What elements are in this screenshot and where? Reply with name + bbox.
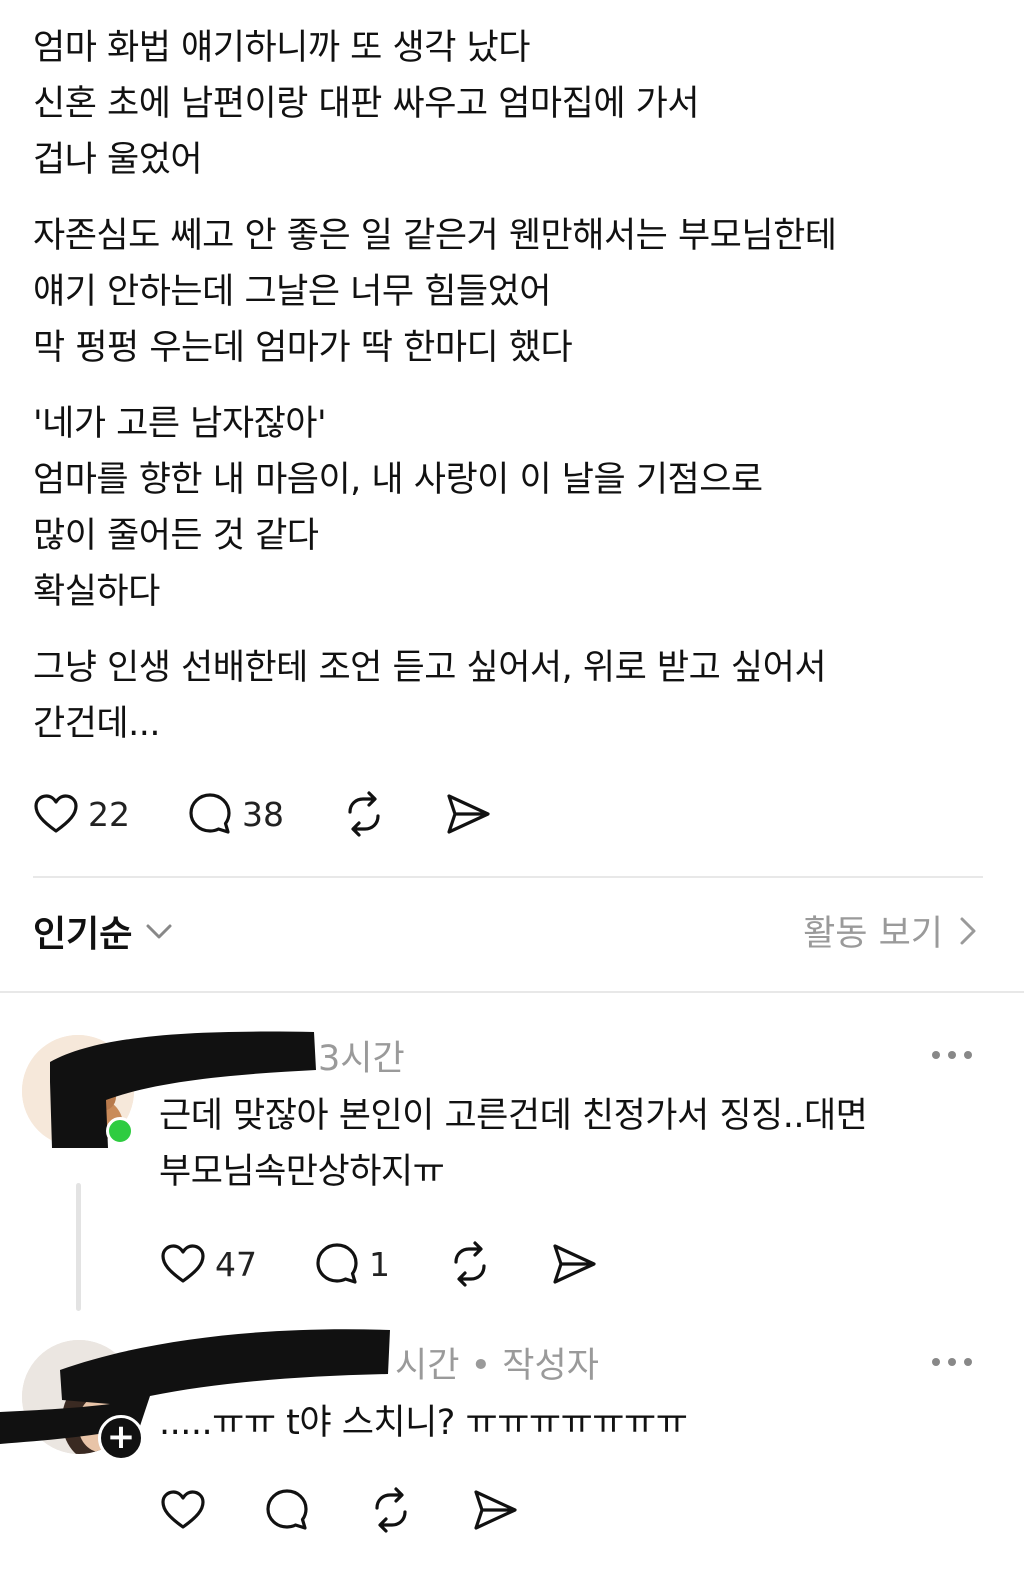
post-line: 확실하다	[33, 572, 160, 612]
post-line: 신혼 초에 남편이랑 대판 싸우고 엄마집에 가서	[33, 84, 700, 124]
reply-count: 1	[369, 1244, 390, 1284]
share-button[interactable]	[471, 1486, 519, 1534]
post-actions: 22 38	[32, 790, 548, 838]
post-line: 그냥 인생 선배한테 조언 듣고 싶어서, 위로 받고 싶어서	[33, 648, 827, 688]
comment-line: 근데 맞잖아 본인이 고른건데 친정가서 징징..대면	[159, 1096, 868, 1136]
post-line: 막 펑펑 우는데 엄마가 딱 한마디 했다	[33, 328, 573, 368]
repost-button[interactable]	[340, 790, 388, 838]
comment-button[interactable]: 38	[186, 790, 284, 838]
follow-plus-button[interactable]: +	[98, 1415, 144, 1461]
divider	[33, 876, 983, 878]
sort-label: 인기순	[33, 914, 133, 955]
reply-button[interactable]: 1	[313, 1240, 390, 1288]
like-count: 47	[215, 1244, 257, 1284]
repost-icon	[375, 1487, 407, 1533]
more-icon[interactable]	[928, 1352, 976, 1372]
more-icon[interactable]	[928, 1045, 976, 1065]
comment-line: 부모님속만상하지ㅠ	[159, 1152, 445, 1192]
post-line: 겁나 울었어	[33, 140, 203, 180]
post-paragraph: 엄마 화법 얘기하니까 또 생각 났다 신혼 초에 남편이랑 대판 싸우고 엄마…	[33, 20, 983, 188]
chevron-down-icon	[146, 924, 172, 939]
repost-icon	[348, 791, 380, 837]
sort-bar: 인기순 활동 보기	[33, 905, 983, 965]
comment-meta: 시간 • 작성자	[395, 1346, 599, 1386]
repost-icon	[454, 1241, 486, 1287]
online-status-indicator	[106, 1117, 134, 1145]
comment-actions: 47 1	[159, 1240, 654, 1288]
post-line: 간건데...	[33, 704, 160, 744]
like-count: 22	[88, 794, 130, 834]
reply-button[interactable]	[263, 1486, 311, 1534]
share-button[interactable]	[444, 790, 492, 838]
heart-icon	[34, 794, 78, 833]
send-icon	[447, 794, 490, 834]
sort-dropdown[interactable]: 인기순	[33, 905, 176, 957]
heart-icon	[161, 1244, 205, 1283]
comment-icon	[266, 1489, 308, 1530]
send-icon	[553, 1244, 596, 1284]
post-paragraph: '네가 고른 남자잖아' 엄마를 향한 내 마음이, 내 사랑이 이 날을 기점…	[33, 396, 983, 620]
comment-actions	[159, 1486, 575, 1534]
repost-button[interactable]	[367, 1486, 415, 1534]
post-line: 자존심도 쎄고 안 좋은 일 같은거 웬만해서는 부모님한테	[33, 216, 837, 256]
view-activity-link[interactable]: 활동 보기	[803, 905, 983, 956]
post-line: 얘기 안하는데 그날은 너무 힘들었어	[33, 272, 552, 312]
post-paragraph: 자존심도 쎄고 안 좋은 일 같은거 웬만해서는 부모님한테 얘기 안하는데 그…	[33, 208, 983, 376]
send-icon	[474, 1490, 517, 1530]
plus-icon: +	[106, 1417, 136, 1457]
comment-line: .....ㅠㅠ t야 스치니? ㅠㅠㅠㅠㅠㅠㅠ	[159, 1403, 688, 1443]
activity-label: 활동 보기	[803, 914, 943, 954]
like-button[interactable]: 22	[32, 790, 130, 838]
post-body: 엄마 화법 얘기하니까 또 생각 났다 신혼 초에 남편이랑 대판 싸우고 엄마…	[33, 20, 983, 772]
like-button[interactable]	[159, 1486, 207, 1534]
comment-icon	[189, 793, 231, 834]
post-line: 많이 줄어든 것 같다	[33, 516, 319, 556]
share-button[interactable]	[550, 1240, 598, 1288]
comment-timestamp: 3시간	[318, 1039, 405, 1079]
post-line: 엄마 화법 얘기하니까 또 생각 났다	[33, 28, 530, 68]
thread-line	[76, 1183, 81, 1311]
post-line: 엄마를 향한 내 마음이, 내 사랑이 이 날을 기점으로	[33, 460, 763, 500]
divider	[0, 991, 1024, 993]
comment-text: .....ㅠㅠ t야 스치니? ㅠㅠㅠㅠㅠㅠㅠ	[159, 1395, 688, 1451]
like-button[interactable]: 47	[159, 1240, 257, 1288]
chevron-right-icon	[960, 917, 976, 944]
heart-icon	[161, 1490, 205, 1529]
comment-icon	[316, 1243, 358, 1284]
post-line: '네가 고른 남자잖아'	[33, 404, 327, 444]
post-paragraph: 그냥 인생 선배한테 조언 듣고 싶어서, 위로 받고 싶어서 간건데...	[33, 640, 983, 752]
comment-count: 38	[242, 794, 284, 834]
repost-button[interactable]	[446, 1240, 494, 1288]
comment-text: 근데 맞잖아 본인이 고른건데 친정가서 징징..대면 부모님속만상하지ㅠ	[159, 1088, 868, 1200]
